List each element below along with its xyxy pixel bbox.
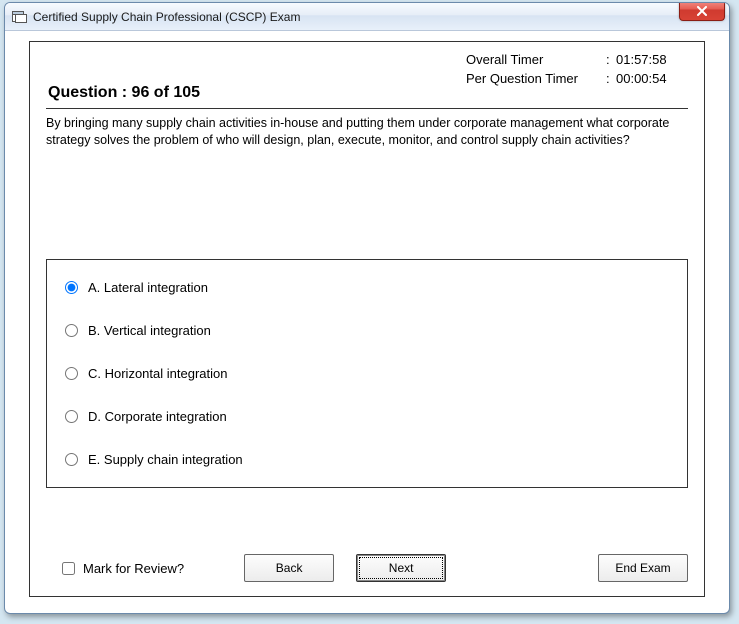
window-title: Certified Supply Chain Professional (CSC… bbox=[33, 10, 300, 24]
per-question-timer-label: Per Question Timer bbox=[466, 71, 606, 86]
answer-radio-a[interactable] bbox=[65, 281, 78, 294]
app-window: Certified Supply Chain Professional (CSC… bbox=[4, 2, 730, 614]
close-icon bbox=[696, 6, 708, 16]
answer-label: C. Horizontal integration bbox=[88, 366, 227, 381]
answer-radio-e[interactable] bbox=[65, 453, 78, 466]
mark-for-review-checkbox[interactable] bbox=[62, 562, 75, 575]
mark-for-review[interactable]: Mark for Review? bbox=[58, 559, 184, 578]
answer-option-b[interactable]: B. Vertical integration bbox=[65, 323, 669, 338]
close-button[interactable] bbox=[679, 2, 725, 21]
answer-label: D. Corporate integration bbox=[88, 409, 227, 424]
answer-radio-b[interactable] bbox=[65, 324, 78, 337]
answer-option-e[interactable]: E. Supply chain integration bbox=[65, 452, 669, 467]
timer-panel: Overall Timer : 01:57:58 Per Question Ti… bbox=[466, 52, 686, 90]
next-button[interactable]: Next bbox=[356, 554, 446, 582]
answer-label: B. Vertical integration bbox=[88, 323, 211, 338]
overall-timer-value: 01:57:58 bbox=[616, 52, 686, 67]
bottom-controls: Mark for Review? Back Next End Exam bbox=[46, 554, 688, 582]
answers-box: A. Lateral integration B. Vertical integ… bbox=[46, 259, 688, 488]
app-icon bbox=[11, 9, 27, 25]
divider bbox=[46, 108, 688, 109]
answer-label: A. Lateral integration bbox=[88, 280, 208, 295]
answer-radio-d[interactable] bbox=[65, 410, 78, 423]
answer-option-d[interactable]: D. Corporate integration bbox=[65, 409, 669, 424]
client-area: Overall Timer : 01:57:58 Per Question Ti… bbox=[11, 31, 723, 607]
question-text: By bringing many supply chain activities… bbox=[46, 115, 688, 149]
overall-timer-label: Overall Timer bbox=[466, 52, 606, 67]
content-frame: Overall Timer : 01:57:58 Per Question Ti… bbox=[29, 41, 705, 597]
answer-option-a[interactable]: A. Lateral integration bbox=[65, 280, 669, 295]
end-exam-button[interactable]: End Exam bbox=[598, 554, 688, 582]
mark-for-review-label: Mark for Review? bbox=[83, 561, 184, 576]
answer-label: E. Supply chain integration bbox=[88, 452, 243, 467]
titlebar: Certified Supply Chain Professional (CSC… bbox=[5, 3, 729, 31]
back-button[interactable]: Back bbox=[244, 554, 334, 582]
answer-radio-c[interactable] bbox=[65, 367, 78, 380]
per-question-timer-value: 00:00:54 bbox=[616, 71, 686, 86]
answer-option-c[interactable]: C. Horizontal integration bbox=[65, 366, 669, 381]
